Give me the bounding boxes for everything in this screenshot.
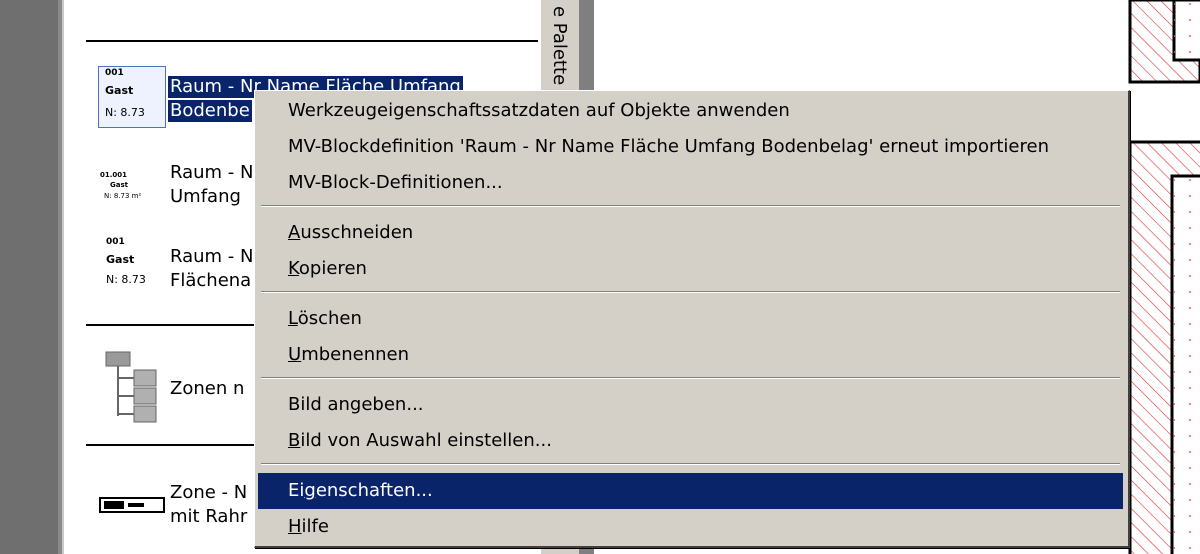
palette-item-raum-2[interactable]: 01.001 Gast N: 8.73 m² Raum - N Umfang xyxy=(98,160,258,220)
palette-item-label: Umfang xyxy=(170,186,241,207)
palette-item-label: Raum - N xyxy=(170,162,254,183)
palette-item-label: Raum - N xyxy=(170,246,254,267)
menu-item-set-image-from-selection[interactable]: Bild von Auswahl einstellen... xyxy=(258,423,1123,459)
menu-item-delete[interactable]: Löschen xyxy=(258,301,1123,337)
menu-item-apply-tool-properties[interactable]: Werkzeugeigenschaftssatzdaten auf Objekt… xyxy=(258,93,1123,129)
menu-item-reimport-mv-block[interactable]: MV-Blockdefinition 'Raum - Nr Name Fläch… xyxy=(258,129,1123,165)
menu-item-copy[interactable]: Kopieren xyxy=(258,251,1123,287)
menu-item-cut[interactable]: Ausschneiden xyxy=(258,215,1123,251)
menu-separator xyxy=(261,291,1120,293)
menu-separator xyxy=(261,205,1120,207)
menu-item-properties[interactable]: Eigenschaften... xyxy=(258,473,1123,509)
palette-separator xyxy=(86,444,254,446)
menu-item-set-image[interactable]: Bild angeben... xyxy=(258,387,1123,423)
palette-separator xyxy=(86,324,254,326)
palette-item-zone[interactable]: Zone - N mit Rahr xyxy=(98,478,258,538)
palette-item-label: mit Rahr xyxy=(170,506,248,527)
room-tag-icon: 01.001 Gast N: 8.73 m² xyxy=(100,171,142,200)
zone-tag-icon xyxy=(99,497,165,513)
palette-separator xyxy=(86,40,538,42)
app-frame-left xyxy=(0,0,62,554)
palette-item-raum-3[interactable]: 001 Gast N: 8.73 Raum - N Flächena xyxy=(98,236,258,296)
palette-item-zonen[interactable]: Zonen n xyxy=(98,348,258,428)
room-tag-icon: 001 Gast N: 8.73 xyxy=(98,66,166,128)
palette-item-label: Zonen n xyxy=(170,378,245,399)
palette-title: e Palette xyxy=(549,6,570,86)
palette-item-label: Zone - N xyxy=(170,482,248,503)
context-menu: Werkzeugeigenschaftssatzdaten auf Objekt… xyxy=(254,90,1130,548)
room-tag-icon: 001 Gast N: 8.73 xyxy=(106,237,146,286)
menu-item-help[interactable]: Hilfe xyxy=(258,509,1123,545)
menu-item-mv-block-definitions[interactable]: MV-Block-Definitionen... xyxy=(258,165,1123,201)
zone-tree-icon xyxy=(105,351,157,423)
palette-item-label: Bodenbe xyxy=(168,100,252,122)
palette-item-label: Flächena xyxy=(170,270,252,291)
menu-separator xyxy=(261,377,1120,379)
menu-item-rename[interactable]: Umbenennen xyxy=(258,337,1123,373)
menu-separator xyxy=(261,463,1120,465)
